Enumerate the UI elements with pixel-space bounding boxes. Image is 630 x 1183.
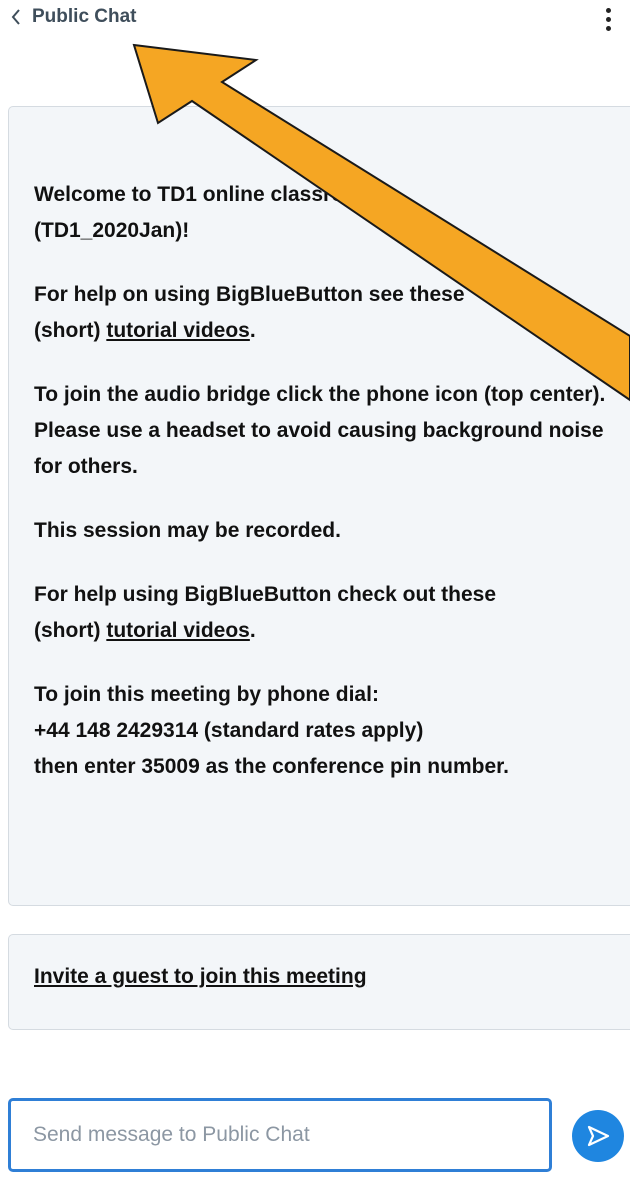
help-prefix: (short) [34,319,107,342]
help-suffix-2: . [249,619,256,642]
message-input[interactable] [8,1098,552,1172]
chat-title: Public Chat [32,6,137,27]
tutorial-videos-link-2[interactable]: tutorial videos [106,619,250,642]
help-suffix: . [249,319,256,342]
help-paragraph-2: For help using BigBlueButton check out t… [34,577,612,649]
welcome-heading: Welcome to TD1 online classroom [34,183,376,206]
chat-header: Public Chat [0,0,630,40]
audio-paragraph: To join the audio bridge click the phone… [34,377,612,485]
help-text: For help on using BigBlueButton see thes… [34,283,465,306]
send-button[interactable] [572,1110,624,1162]
headset-note: Please use a headset to avoid causing ba… [34,419,604,478]
kebab-menu-icon[interactable] [598,4,618,34]
dial-in-heading: To join this meeting by phone dial: [34,683,379,706]
welcome-message: Welcome to TD1 online classroom (TD1_202… [8,106,630,906]
audio-instruction: To join the audio bridge click the phone… [34,383,606,406]
recording-notice: This session may be recorded. [34,519,341,542]
dial-in-paragraph: To join this meeting by phone dial: +44 … [34,677,612,785]
help-text-2: For help using BigBlueButton check out t… [34,583,497,606]
dial-in-pin: then enter 35009 as the conference pin n… [34,755,509,778]
chevron-left-icon [11,9,20,25]
help-prefix-2: (short) [34,619,107,642]
classroom-code: (TD1_2020Jan)! [34,219,190,242]
back-to-chats-button[interactable]: Public Chat [10,6,137,28]
invite-guest-link[interactable]: Invite a guest to join this meeting [34,965,367,988]
help-paragraph: For help on using BigBlueButton see thes… [34,277,612,349]
tutorial-videos-link[interactable]: tutorial videos [106,319,250,342]
invite-message: Invite a guest to join this meeting [8,934,630,1030]
send-icon [587,1125,610,1147]
public-chat-panel: Public Chat Welcome to TD1 online classr… [0,0,630,1183]
welcome-paragraph: Welcome to TD1 online classroom (TD1_202… [34,177,612,249]
dial-in-number: +44 148 2429314 (standard rates apply) [34,719,424,742]
